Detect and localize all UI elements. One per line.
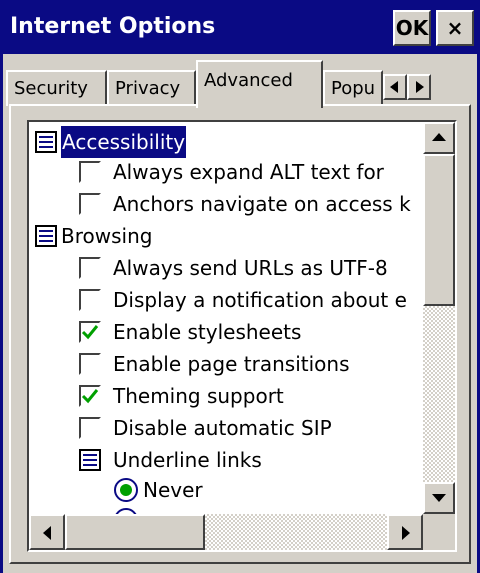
vertical-scroll-thumb[interactable] bbox=[423, 154, 455, 306]
radio-label: Never bbox=[143, 478, 203, 502]
advanced-settings-tree[interactable]: Accessibility Always expand ALT text for… bbox=[27, 120, 457, 552]
scroll-up-button[interactable] bbox=[423, 122, 455, 154]
arrow-right-icon bbox=[416, 81, 424, 93]
tab-security[interactable]: Security bbox=[6, 70, 107, 106]
tree-item-label: Anchors navigate on access k bbox=[113, 192, 411, 216]
scroll-left-button[interactable] bbox=[29, 514, 65, 550]
title-bar: Internet Options OK × bbox=[0, 0, 480, 54]
scroll-down-button[interactable] bbox=[423, 482, 455, 514]
tab-popups[interactable]: Popu bbox=[323, 70, 383, 106]
tree-item-label: Underline links bbox=[113, 448, 262, 472]
radio-selected-icon bbox=[114, 478, 138, 502]
tree-item-label: Always send URLs as UTF-8 bbox=[113, 256, 388, 280]
arrow-right-icon bbox=[402, 526, 410, 540]
tree-item-label: Disable automatic SIP bbox=[113, 416, 332, 440]
scrollbar-corner bbox=[423, 514, 455, 550]
horizontal-scrollbar[interactable] bbox=[29, 514, 423, 550]
tab-advanced[interactable]: Advanced bbox=[196, 60, 323, 108]
window-title: Internet Options bbox=[10, 14, 216, 39]
dialog-body: Security Privacy Advanced Popu Accessibi… bbox=[0, 54, 480, 573]
arrow-down-icon bbox=[432, 494, 446, 502]
tree-item-label: Display a notification about e bbox=[113, 288, 407, 312]
vertical-scrollbar[interactable] bbox=[423, 122, 455, 514]
tab-privacy[interactable]: Privacy bbox=[107, 70, 196, 106]
tree-group-label: Accessibility bbox=[61, 126, 187, 158]
checkbox[interactable] bbox=[79, 417, 101, 439]
tree-item-label: Enable page transitions bbox=[113, 352, 350, 376]
tree-item-label: Always expand ALT text for bbox=[113, 160, 384, 184]
arrow-left-icon bbox=[43, 526, 51, 540]
scroll-right-button[interactable] bbox=[387, 514, 423, 550]
tab-scroll-left-button[interactable] bbox=[383, 74, 407, 100]
arrow-up-icon bbox=[432, 133, 446, 141]
close-button[interactable]: × bbox=[436, 10, 474, 46]
ok-button[interactable]: OK bbox=[393, 10, 431, 46]
checkmark-icon bbox=[81, 389, 99, 404]
checkmark-icon bbox=[81, 325, 99, 340]
checkbox[interactable] bbox=[79, 193, 101, 215]
checkbox-checked[interactable] bbox=[79, 321, 101, 343]
tab-scroll-right-button[interactable] bbox=[407, 74, 431, 100]
checkbox[interactable] bbox=[79, 257, 101, 279]
arrow-left-icon bbox=[390, 81, 398, 93]
tree-item-label: Theming support bbox=[113, 384, 284, 408]
tree-group-label: Browsing bbox=[61, 224, 153, 248]
settings-group-icon bbox=[79, 449, 101, 471]
checkbox[interactable] bbox=[79, 289, 101, 311]
tree-item-label: Enable stylesheets bbox=[113, 320, 302, 344]
horizontal-scroll-thumb[interactable] bbox=[65, 514, 205, 550]
settings-group-icon bbox=[35, 225, 57, 247]
checkbox[interactable] bbox=[79, 161, 101, 183]
checkbox[interactable] bbox=[79, 353, 101, 375]
settings-group-icon bbox=[35, 131, 57, 153]
checkbox-checked[interactable] bbox=[79, 385, 101, 407]
